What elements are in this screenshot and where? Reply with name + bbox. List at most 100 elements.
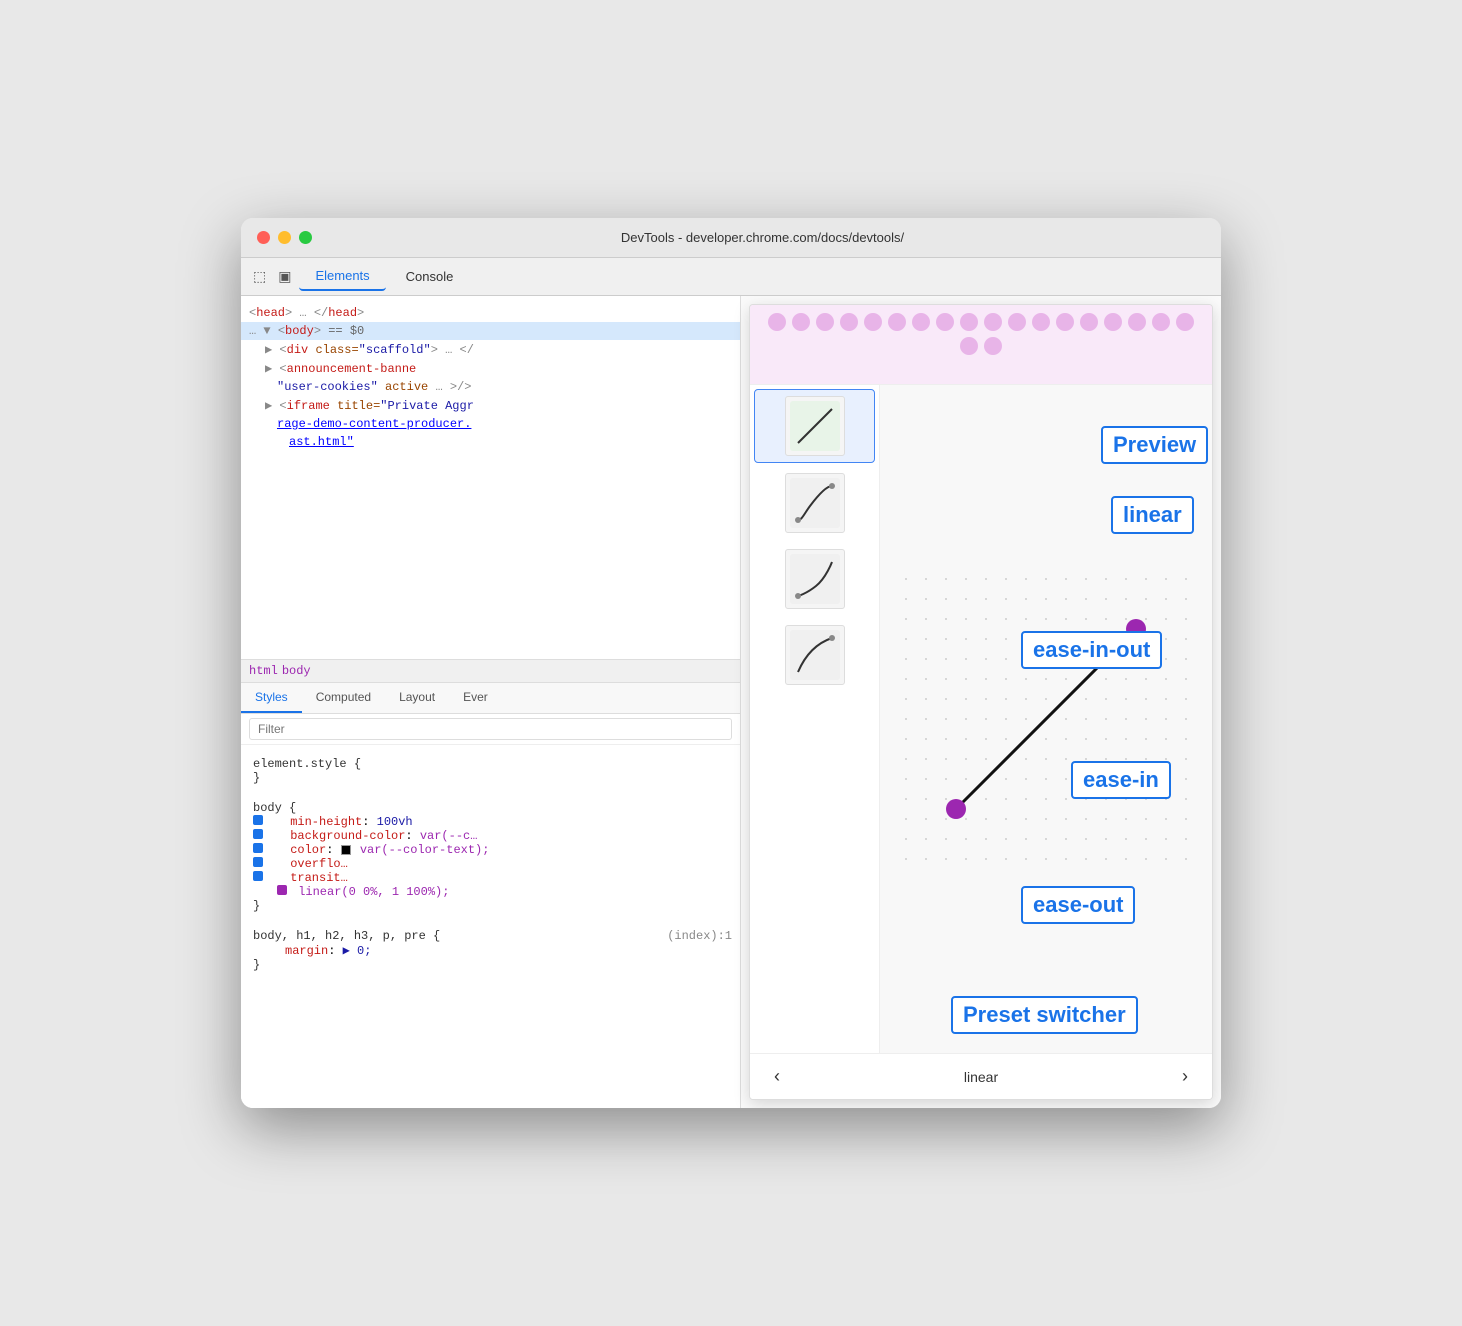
- device-icon[interactable]: ▣: [274, 264, 295, 289]
- css-rule-body-headings: body, h1, h2, h3, p, pre { (index):1 mar…: [241, 925, 740, 976]
- breadcrumb-html[interactable]: html: [249, 664, 278, 678]
- prev-preset-button[interactable]: ‹: [766, 1062, 788, 1091]
- line-editor-canvas: [896, 569, 1196, 869]
- traffic-lights: [257, 231, 312, 244]
- css-prop-overflow: overflo…: [253, 857, 732, 871]
- easing-popup: ‹ linear ›: [749, 304, 1213, 1100]
- annotation-linear: linear: [1111, 496, 1194, 534]
- easing-presets: [750, 385, 880, 1053]
- checkbox-bg[interactable]: [253, 829, 263, 839]
- css-rule-body: body { min-height: 100vh background-colo…: [241, 797, 740, 917]
- preview-dot: [1056, 313, 1074, 331]
- preview-dot: [1128, 313, 1146, 331]
- window-title: DevTools - developer.chrome.com/docs/dev…: [320, 230, 1205, 245]
- current-easing-name: linear: [964, 1069, 998, 1085]
- tab-layout[interactable]: Layout: [385, 683, 449, 713]
- css-prop-min-height: min-height: 100vh: [253, 815, 732, 829]
- preview-dot: [1008, 313, 1026, 331]
- checkbox-overflow[interactable]: [253, 857, 263, 867]
- easing-main: [750, 385, 1212, 1053]
- annotation-ease-in-out: ease-in-out: [1021, 631, 1162, 669]
- preset-ease-out-thumb: [785, 625, 845, 685]
- annotation-preview: Preview: [1101, 426, 1208, 464]
- easing-preview: [750, 305, 1212, 385]
- preview-dot: [1104, 313, 1122, 331]
- next-preset-button[interactable]: ›: [1174, 1062, 1196, 1091]
- preview-dot: [816, 313, 834, 331]
- rule-source: (index):1: [667, 929, 732, 943]
- element-line-iframe[interactable]: ▶ <iframe title="Private Aggr: [241, 396, 740, 415]
- element-line-div[interactable]: ▶ <div class="scaffold"> … </: [241, 340, 740, 359]
- close-button[interactable]: [257, 231, 270, 244]
- preset-ease-in-thumb: [785, 549, 845, 609]
- css-prop-color: color: var(--color-text);: [253, 843, 732, 857]
- preview-dot: [888, 313, 906, 331]
- filter-input[interactable]: [249, 718, 732, 740]
- styles-tabs: Styles Computed Layout Ever: [241, 683, 740, 714]
- preview-dot: [912, 313, 930, 331]
- annotation-preset-switcher: Preset switcher: [951, 996, 1138, 1034]
- line-editor: [880, 385, 1212, 1053]
- element-line-iframe3[interactable]: ast.html": [241, 433, 740, 451]
- preset-linear[interactable]: [754, 389, 875, 463]
- annotation-ease-in: ease-in: [1071, 761, 1171, 799]
- css-prop-linear: linear(0 0%, 1 100%);: [277, 885, 732, 899]
- preview-dot: [936, 313, 954, 331]
- checkbox-color[interactable]: [253, 843, 263, 853]
- preview-dot: [840, 313, 858, 331]
- css-prop-margin: margin: ▶ 0;: [269, 943, 732, 958]
- preset-ease-out[interactable]: [754, 619, 875, 691]
- devtools-window: DevTools - developer.chrome.com/docs/dev…: [241, 218, 1221, 1108]
- tab-elements[interactable]: Elements: [299, 262, 385, 291]
- elements-tree: <head> … </head> … ▼ <body> == $0 ▶ <div…: [241, 296, 740, 659]
- minimize-button[interactable]: [278, 231, 291, 244]
- filter-bar: [241, 714, 740, 745]
- checkbox-transition[interactable]: [253, 871, 263, 881]
- preset-ease-in[interactable]: [754, 543, 875, 615]
- right-panel: ‹ linear › Preview linear ease-in-out ea…: [741, 296, 1221, 1108]
- preview-dots-row: [758, 313, 1204, 355]
- styles-panel: element.style { } body { min-height: 100…: [241, 745, 740, 1108]
- easing-svg: [896, 569, 1196, 869]
- checkbox-min-height[interactable]: [253, 815, 263, 825]
- preset-ease-in-out[interactable]: [754, 467, 875, 539]
- maximize-button[interactable]: [299, 231, 312, 244]
- element-line-iframe2[interactable]: rage-demo-content-producer.: [241, 415, 740, 433]
- breadcrumb: html body: [241, 659, 740, 683]
- tab-styles[interactable]: Styles: [241, 683, 302, 713]
- control-point-bottom[interactable]: [946, 799, 966, 819]
- breadcrumb-body[interactable]: body: [282, 664, 311, 678]
- preview-dot: [1032, 313, 1050, 331]
- element-line-announcement[interactable]: ▶ <announcement-banne: [241, 359, 740, 378]
- preview-dot: [864, 313, 882, 331]
- preview-dot: [960, 313, 978, 331]
- preview-dot: [1080, 313, 1098, 331]
- tab-ever[interactable]: Ever: [449, 683, 502, 713]
- preview-dot: [984, 337, 1002, 355]
- devtools-body: <head> … </head> … ▼ <body> == $0 ▶ <div…: [241, 296, 1221, 1108]
- preset-linear-thumb: [785, 396, 845, 456]
- checkbox-linear[interactable]: [277, 885, 287, 895]
- devtools-toolbar: ⬚ ▣ Elements Console: [241, 258, 1221, 296]
- devtools-container: ⬚ ▣ Elements Console <head> … </head> … …: [241, 258, 1221, 1108]
- preset-ease-in-out-thumb: [785, 473, 845, 533]
- element-line-cookies[interactable]: "user-cookies" active … >/>: [241, 378, 740, 396]
- element-line[interactable]: <head> … </head>: [241, 304, 740, 322]
- css-prop-bg: background-color: var(--c…: [253, 829, 732, 843]
- preview-dot: [960, 337, 978, 355]
- preview-dot: [1152, 313, 1170, 331]
- css-rule-element-style: element.style { }: [241, 753, 740, 789]
- tab-computed[interactable]: Computed: [302, 683, 385, 713]
- preview-dot: [768, 313, 786, 331]
- left-panel: <head> … </head> … ▼ <body> == $0 ▶ <div…: [241, 296, 741, 1108]
- inspect-icon[interactable]: ⬚: [249, 264, 270, 289]
- preview-dot: [792, 313, 810, 331]
- element-line-body[interactable]: … ▼ <body> == $0: [241, 322, 740, 340]
- css-prop-transition: transit…: [253, 871, 732, 885]
- preview-dot: [984, 313, 1002, 331]
- easing-bottom-bar: ‹ linear ›: [750, 1053, 1212, 1099]
- css-selector: element.style {: [253, 757, 361, 771]
- color-swatch[interactable]: [341, 845, 351, 855]
- tab-console[interactable]: Console: [390, 263, 470, 290]
- title-bar: DevTools - developer.chrome.com/docs/dev…: [241, 218, 1221, 258]
